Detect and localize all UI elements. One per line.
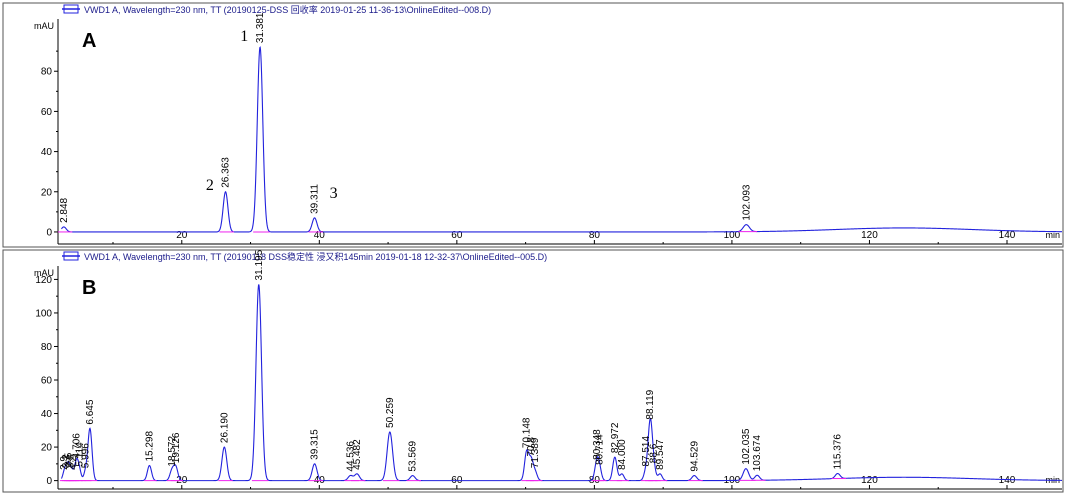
peak-label: 50.259 [385,397,396,428]
y-axis-label: mAU [34,268,54,278]
peak-label: 5.996 [80,443,91,468]
y-tick-label: 20 [41,187,53,198]
chromatogram-trace [60,284,1062,482]
y-tick-label: 0 [46,476,52,487]
x-tick-label: 140 [999,230,1016,241]
peak-label: 80.714 [594,434,605,465]
peak-label: 53.569 [408,441,419,472]
panel-frame [2,2,1064,248]
peak-label: 19.126 [171,432,182,463]
peak-label: 89.547 [655,439,666,470]
peak-label: 115.376 [833,434,844,470]
y-axis-label: mAU [34,21,54,31]
peak-label: 84.000 [617,439,628,470]
peak-label: 45.482 [352,439,363,470]
panel-b: VWD1 A, Wavelength=230 nm, TT (20190118 … [2,249,1064,493]
panel-header: VWD1 A, Wavelength=230 nm, TT (20190125-… [84,4,491,15]
peak-label: 26.363 [221,157,232,188]
peak-label: 39.311 [310,184,321,214]
peak-annotation: 3 [330,185,338,202]
peak-label: 103.674 [752,435,763,472]
y-tick-label: 60 [41,376,53,387]
y-tick-label: 60 [41,107,53,118]
peak-label: 102.035 [741,428,752,465]
y-tick-label: 80 [41,342,53,353]
peak-label: 39.315 [310,429,321,460]
peak-label: 26.190 [219,412,230,443]
panel-letter: A [82,30,96,52]
x-tick-label: 140 [999,475,1016,486]
peak-label: 94.529 [689,441,700,472]
y-tick-label: 0 [46,227,52,238]
peak-label: 88.119 [645,389,656,419]
peak-label: 15.298 [144,431,155,462]
peak-annotation: 2 [206,177,214,194]
chromatogram-svg: VWD1 A, Wavelength=230 nm, TT (20190125-… [2,2,1064,493]
peak-label: 71.389 [530,437,541,468]
y-tick-label: 40 [41,409,53,420]
peak-label: 2.848 [59,197,70,222]
x-tick-label: 120 [861,475,878,486]
y-tick-label: 20 [41,443,53,454]
peak-label: 31.195 [254,249,265,280]
panel-letter: B [82,277,96,299]
y-tick-label: 80 [41,67,53,78]
peak-label: 102.093 [741,184,752,221]
chromatogram-trace [61,46,1063,233]
y-tick-label: 40 [41,147,53,158]
peak-annotation: 1 [240,28,248,45]
peak-label: 31.381 [255,12,266,43]
y-tick-label: 100 [35,308,52,319]
x-tick-label: 120 [861,230,878,241]
panel-header: VWD1 A, Wavelength=230 nm, TT (20190118 … [84,251,547,262]
peak-label: 6.645 [85,399,96,424]
chromatogram-figure: VWD1 A, Wavelength=230 nm, TT (20190125-… [0,0,1065,496]
panel-a: VWD1 A, Wavelength=230 nm, TT (20190125-… [2,2,1064,248]
